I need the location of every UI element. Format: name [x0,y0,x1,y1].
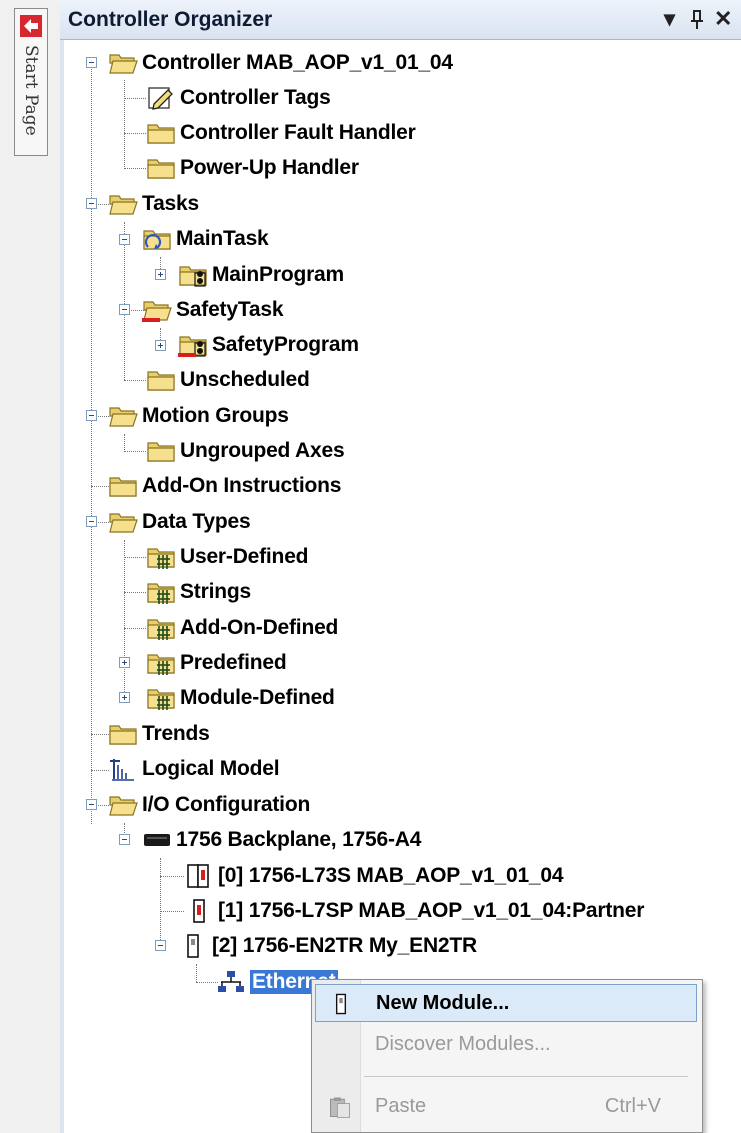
tree-item-user-defined[interactable]: User-Defined [146,540,308,574]
collapse-safetytask-icon[interactable] [119,304,130,315]
datatype-icon [146,684,176,712]
tree-item-slot2[interactable]: [2] 1756-EN2TR My_EN2TR [178,929,477,963]
folder-icon [146,119,176,147]
panel-title: Controller Organizer [68,8,273,31]
folder-open-icon [108,402,138,430]
safety-program-icon [178,331,208,357]
datatype-icon [146,578,176,606]
task-icon [142,225,172,253]
folder-open-icon [108,190,138,218]
tree-item-powerup-handler[interactable]: Power-Up Handler [146,151,359,185]
datatype-icon [146,543,176,571]
tree-item-safetytask[interactable]: SafetyTask [142,293,284,327]
start-page-tab[interactable]: Start Page [14,8,48,156]
folder-icon [108,720,138,748]
document-tab-strip: Start Page [0,0,61,1133]
panel-title-bar: Controller Organizer ▾ ✕ [60,0,741,40]
logical-model-icon [108,755,138,783]
tree-item-trends[interactable]: Trends [108,717,210,751]
paste-icon [327,1093,353,1121]
expand-safetyprogram-icon[interactable] [155,340,166,351]
safety-partner-icon [184,897,214,925]
tree-item-logical-model[interactable]: Logical Model [108,752,280,786]
backplane-icon [142,826,172,854]
tree-item-mainprogram[interactable]: MainProgram [178,258,344,292]
collapse-maintask-icon[interactable] [119,234,130,245]
folder-open-icon [108,508,138,536]
tree-item-io-configuration[interactable]: I/O Configuration [108,788,310,822]
tree-item-strings[interactable]: Strings [146,575,251,609]
tree-item-addon-defined[interactable]: Add-On-Defined [146,611,338,645]
tree-item-data-types[interactable]: Data Types [108,505,251,539]
collapse-tasks-icon[interactable] [86,198,97,209]
folder-icon [108,472,138,500]
start-page-label: Start Page [21,45,41,136]
tree-item-predefined[interactable]: Predefined [146,646,287,680]
close-icon[interactable]: ✕ [714,6,732,32]
module-icon [178,932,208,960]
start-page-icon [20,15,42,37]
collapse-en2tr-icon[interactable] [155,940,166,951]
expand-module-defined-icon[interactable] [119,692,130,703]
controller-organizer-tree: Controller MAB_AOP_v1_01_04 Controller T… [64,40,741,1133]
tags-icon [146,84,176,112]
dropdown-icon[interactable]: ▾ [664,6,675,32]
program-icon [178,261,208,289]
menu-separator [364,1076,688,1077]
network-icon [216,968,246,996]
datatype-icon [146,649,176,677]
menu-item-paste[interactable]: Paste Ctrl+V [315,1088,697,1126]
tree-item-unscheduled[interactable]: Unscheduled [146,363,310,397]
menu-item-new-module[interactable]: New Module... [315,984,697,1022]
folder-icon [146,154,176,182]
collapse-controller-icon[interactable] [86,57,97,68]
tree-item-addon-instructions[interactable]: Add-On Instructions [108,469,341,503]
tree-item-motion-groups[interactable]: Motion Groups [108,399,289,433]
new-module-icon [328,990,354,1018]
tree-item-ungrouped-axes[interactable]: Ungrouped Axes [146,434,345,468]
tree-item-slot0[interactable]: [0] 1756-L73S MAB_AOP_v1_01_04 [184,859,564,893]
tree-item-safetyprogram[interactable]: SafetyProgram [178,328,359,362]
menu-item-discover-modules[interactable]: Discover Modules... [315,1026,697,1064]
tree-item-tasks[interactable]: Tasks [108,187,199,221]
safety-controller-icon [184,862,214,890]
folder-icon [146,437,176,465]
collapse-io-config-icon[interactable] [86,799,97,810]
pin-icon[interactable] [690,10,704,30]
tree-item-fault-handler[interactable]: Controller Fault Handler [146,116,416,150]
tree-item-controller[interactable]: Controller MAB_AOP_v1_01_04 [108,46,453,80]
tree-item-module-defined[interactable]: Module-Defined [146,681,335,715]
folder-open-icon [108,49,138,77]
expand-predefined-icon[interactable] [119,657,130,668]
collapse-data-types-icon[interactable] [86,516,97,527]
collapse-motion-groups-icon[interactable] [86,410,97,421]
folder-open-icon [108,791,138,819]
tree-item-backplane[interactable]: 1756 Backplane, 1756-A4 [142,823,421,857]
paste-shortcut: Ctrl+V [604,1095,661,1117]
tree-item-slot1[interactable]: [1] 1756-L7SP MAB_AOP_v1_01_04:Partner [184,894,644,928]
safety-task-icon [142,296,172,322]
context-menu: New Module... Discover Modules... Paste … [311,979,703,1133]
datatype-icon [146,614,176,642]
tree-item-controller-tags[interactable]: Controller Tags [146,81,331,115]
expand-mainprogram-icon[interactable] [155,269,166,280]
tree-item-maintask[interactable]: MainTask [142,222,269,256]
folder-icon [146,366,176,394]
collapse-backplane-icon[interactable] [119,834,130,845]
